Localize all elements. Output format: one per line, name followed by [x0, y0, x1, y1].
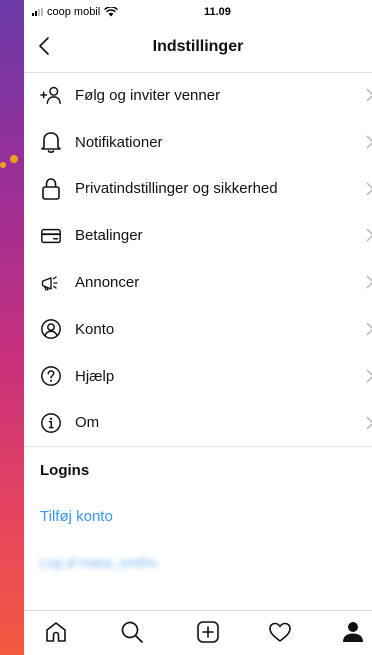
background-dot	[10, 155, 18, 163]
account-circle-icon	[40, 318, 62, 340]
credit-card-icon	[40, 225, 62, 247]
menu-item-payments[interactable]: Betalinger	[24, 212, 372, 259]
nav-bar: Indstillinger	[24, 24, 372, 73]
menu-item-label: Notifikationer	[75, 133, 163, 151]
carrier-info: coop mobil	[32, 6, 119, 18]
search-tab[interactable]	[119, 619, 145, 645]
menu-item-ads[interactable]: Annoncer	[24, 259, 372, 306]
menu-item-label: Hjælp	[75, 367, 115, 385]
status-bar: coop mobil 11.09	[24, 0, 372, 24]
menu-item-label: Om	[75, 414, 100, 432]
menu-item-label: Betalinger	[75, 227, 143, 245]
page-title: Indstillinger	[152, 38, 244, 55]
chevron-right-icon	[366, 228, 372, 242]
home-tab[interactable]	[43, 619, 69, 645]
heart-icon	[269, 622, 291, 642]
profile-tab[interactable]	[340, 619, 366, 645]
menu-item-label: Konto	[75, 320, 115, 338]
settings-menu: Følg og inviter venner Notifikationer Pr…	[24, 72, 372, 585]
new-post-icon	[197, 621, 219, 643]
chevron-right-icon	[366, 182, 372, 196]
signal-icon	[32, 8, 43, 16]
menu-item-follow-invite[interactable]: Følg og inviter venner	[24, 72, 372, 119]
phone-screen: coop mobil 11.09 Indstillinger Følg og i…	[24, 0, 372, 655]
menu-item-label: Følg og inviter venner	[75, 86, 221, 104]
menu-item-about[interactable]: Om	[24, 400, 372, 447]
logout-label-blurred: Log af maria_smiths	[40, 554, 158, 570]
bell-icon	[40, 131, 62, 154]
wifi-icon	[104, 7, 119, 17]
menu-item-label: Annoncer	[75, 274, 140, 292]
chevron-right-icon	[366, 135, 372, 149]
chevron-right-icon	[366, 275, 372, 289]
activity-tab[interactable]	[267, 619, 293, 645]
add-person-icon	[40, 84, 62, 106]
chevron-right-icon	[366, 416, 372, 430]
logins-heading: Logins	[40, 461, 90, 479]
carrier-name: coop mobil	[47, 6, 101, 18]
home-icon	[46, 622, 66, 642]
menu-item-label: Privatindstillinger og sikkerhed	[75, 180, 278, 198]
chevron-right-icon	[366, 369, 372, 383]
menu-item-account[interactable]: Konto	[24, 306, 372, 353]
menu-item-privacy-security[interactable]: Privatindstillinger og sikkerhed	[24, 166, 372, 213]
status-time: 11.09	[204, 6, 231, 18]
tab-bar	[24, 610, 372, 655]
lock-icon	[40, 178, 62, 200]
add-account-link[interactable]: Tilføj konto	[24, 493, 372, 539]
help-icon	[40, 365, 62, 387]
menu-item-notifications[interactable]: Notifikationer	[24, 119, 372, 166]
megaphone-icon	[40, 272, 62, 294]
menu-item-help[interactable]: Hjælp	[24, 353, 372, 400]
profile-icon	[343, 622, 363, 642]
background-dot	[0, 162, 6, 168]
logout-link[interactable]: Log af maria_smiths	[24, 539, 372, 585]
new-post-tab[interactable]	[195, 619, 221, 645]
search-icon	[121, 621, 143, 643]
chevron-right-icon	[366, 88, 372, 102]
info-icon	[40, 412, 62, 434]
chevron-right-icon	[366, 322, 372, 336]
